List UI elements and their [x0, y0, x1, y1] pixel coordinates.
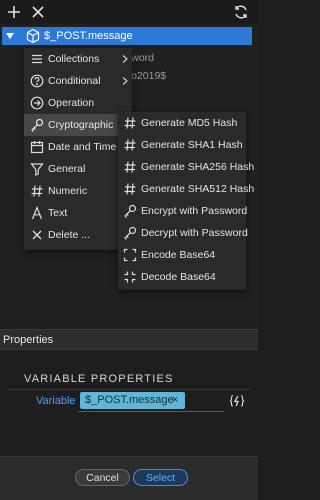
menu-item-collections[interactable]: Collections	[24, 48, 132, 70]
submenu-item-label: Generate SHA256 Hash	[141, 161, 255, 173]
menu-item-label: Cryptographic	[48, 119, 114, 131]
submenu-item-label: Generate SHA512 Hash	[141, 183, 255, 195]
menu-item-label: Numeric	[48, 185, 88, 197]
menu-item-numeric[interactable]: Numeric	[24, 180, 132, 202]
submenu-item-generate-md5[interactable]: Generate MD5 Hash	[118, 112, 246, 134]
arrow-circle-icon	[30, 96, 44, 110]
menu-item-label: General	[48, 163, 86, 175]
question-circle-icon	[30, 74, 44, 88]
chevron-right-icon	[122, 55, 128, 63]
menu-item-date-and-time[interactable]: Date and Time	[24, 136, 132, 158]
properties-title: Properties	[3, 334, 54, 346]
text-icon	[30, 206, 44, 220]
submenu-item-label: Generate MD5 Hash	[141, 117, 238, 129]
hash-icon	[123, 138, 137, 152]
tree-item-label: $_POST.message	[44, 30, 133, 42]
close-icon[interactable]	[30, 4, 46, 20]
menu-item-label: Operation	[48, 97, 95, 109]
properties-header: Properties	[0, 329, 258, 350]
cube-icon	[25, 28, 41, 44]
variable-tag-text: $_POST.message	[85, 394, 174, 406]
hash-icon	[30, 184, 44, 198]
variable-tag[interactable]: $_POST.message ×	[80, 392, 185, 409]
hash-icon	[123, 160, 137, 174]
menu-item-label: Collections	[48, 53, 100, 65]
cryptographic-submenu: Generate MD5 Hash Generate SHA1 Hash Gen…	[118, 112, 254, 290]
refresh-icon[interactable]	[233, 4, 249, 20]
collapse-icon	[123, 270, 137, 284]
submenu-item-decrypt-with-password[interactable]: Decrypt with Password	[118, 222, 248, 244]
submenu-item-encode-base64[interactable]: Encode Base64	[118, 244, 246, 266]
submenu-item-generate-sha512[interactable]: Generate SHA512 Hash	[118, 178, 254, 200]
key-icon	[30, 118, 44, 132]
submenu-item-label: Decode Base64	[141, 271, 216, 283]
expand-caret-icon[interactable]	[6, 33, 14, 39]
expand-icon	[123, 248, 137, 262]
menu-item-label: Date and Time	[48, 141, 117, 153]
variable-label: Variable	[36, 395, 76, 407]
key-icon	[123, 204, 137, 218]
menu-item-cryptographic[interactable]: Cryptographic	[24, 114, 118, 136]
menu-item-label: Text	[48, 207, 68, 219]
submenu-item-generate-sha256[interactable]: Generate SHA256 Hash	[118, 156, 254, 178]
submenu-item-encrypt-with-password[interactable]: Encrypt with Password	[118, 200, 248, 222]
submenu-item-decode-base64[interactable]: Decode Base64	[118, 266, 246, 288]
menu-item-general[interactable]: General	[24, 158, 132, 180]
menu-item-conditional[interactable]: Conditional	[24, 70, 132, 92]
lightning-brackets-icon[interactable]	[229, 393, 245, 409]
menu-item-text[interactable]: Text	[24, 202, 132, 224]
remove-tag-icon[interactable]: ×	[172, 394, 178, 406]
section-title: VARIABLE PROPERTIES	[24, 373, 174, 385]
select-button[interactable]: Select	[133, 469, 188, 486]
menu-item-delete[interactable]: Delete ...	[24, 224, 132, 246]
plus-icon[interactable]	[6, 4, 22, 20]
submenu-item-label: Encode Base64	[141, 249, 216, 261]
submenu-item-label: Encrypt with Password	[141, 205, 248, 217]
hash-icon	[123, 182, 137, 196]
submenu-item-label: Decrypt with Password	[141, 227, 248, 239]
calendar-icon	[30, 140, 44, 154]
list-icon	[30, 52, 44, 66]
submenu-item-generate-sha1[interactable]: Generate SHA1 Hash	[118, 134, 246, 156]
menu-item-operation[interactable]: Operation	[24, 92, 132, 114]
section-divider	[8, 389, 250, 390]
filter-icon	[30, 162, 44, 176]
hash-icon	[123, 116, 137, 130]
tree-item-selected[interactable]: $_POST.message	[2, 27, 252, 45]
context-menu: Collections Conditional Operation Crypto…	[24, 48, 132, 250]
menu-item-label: Delete ...	[48, 229, 91, 241]
menu-item-label: Conditional	[48, 75, 101, 87]
submenu-item-label: Generate SHA1 Hash	[141, 139, 243, 151]
top-toolbar	[0, 0, 258, 24]
close-icon	[30, 228, 44, 242]
key-icon	[123, 226, 137, 240]
cancel-button[interactable]: Cancel	[75, 469, 130, 486]
chevron-right-icon	[122, 77, 128, 85]
